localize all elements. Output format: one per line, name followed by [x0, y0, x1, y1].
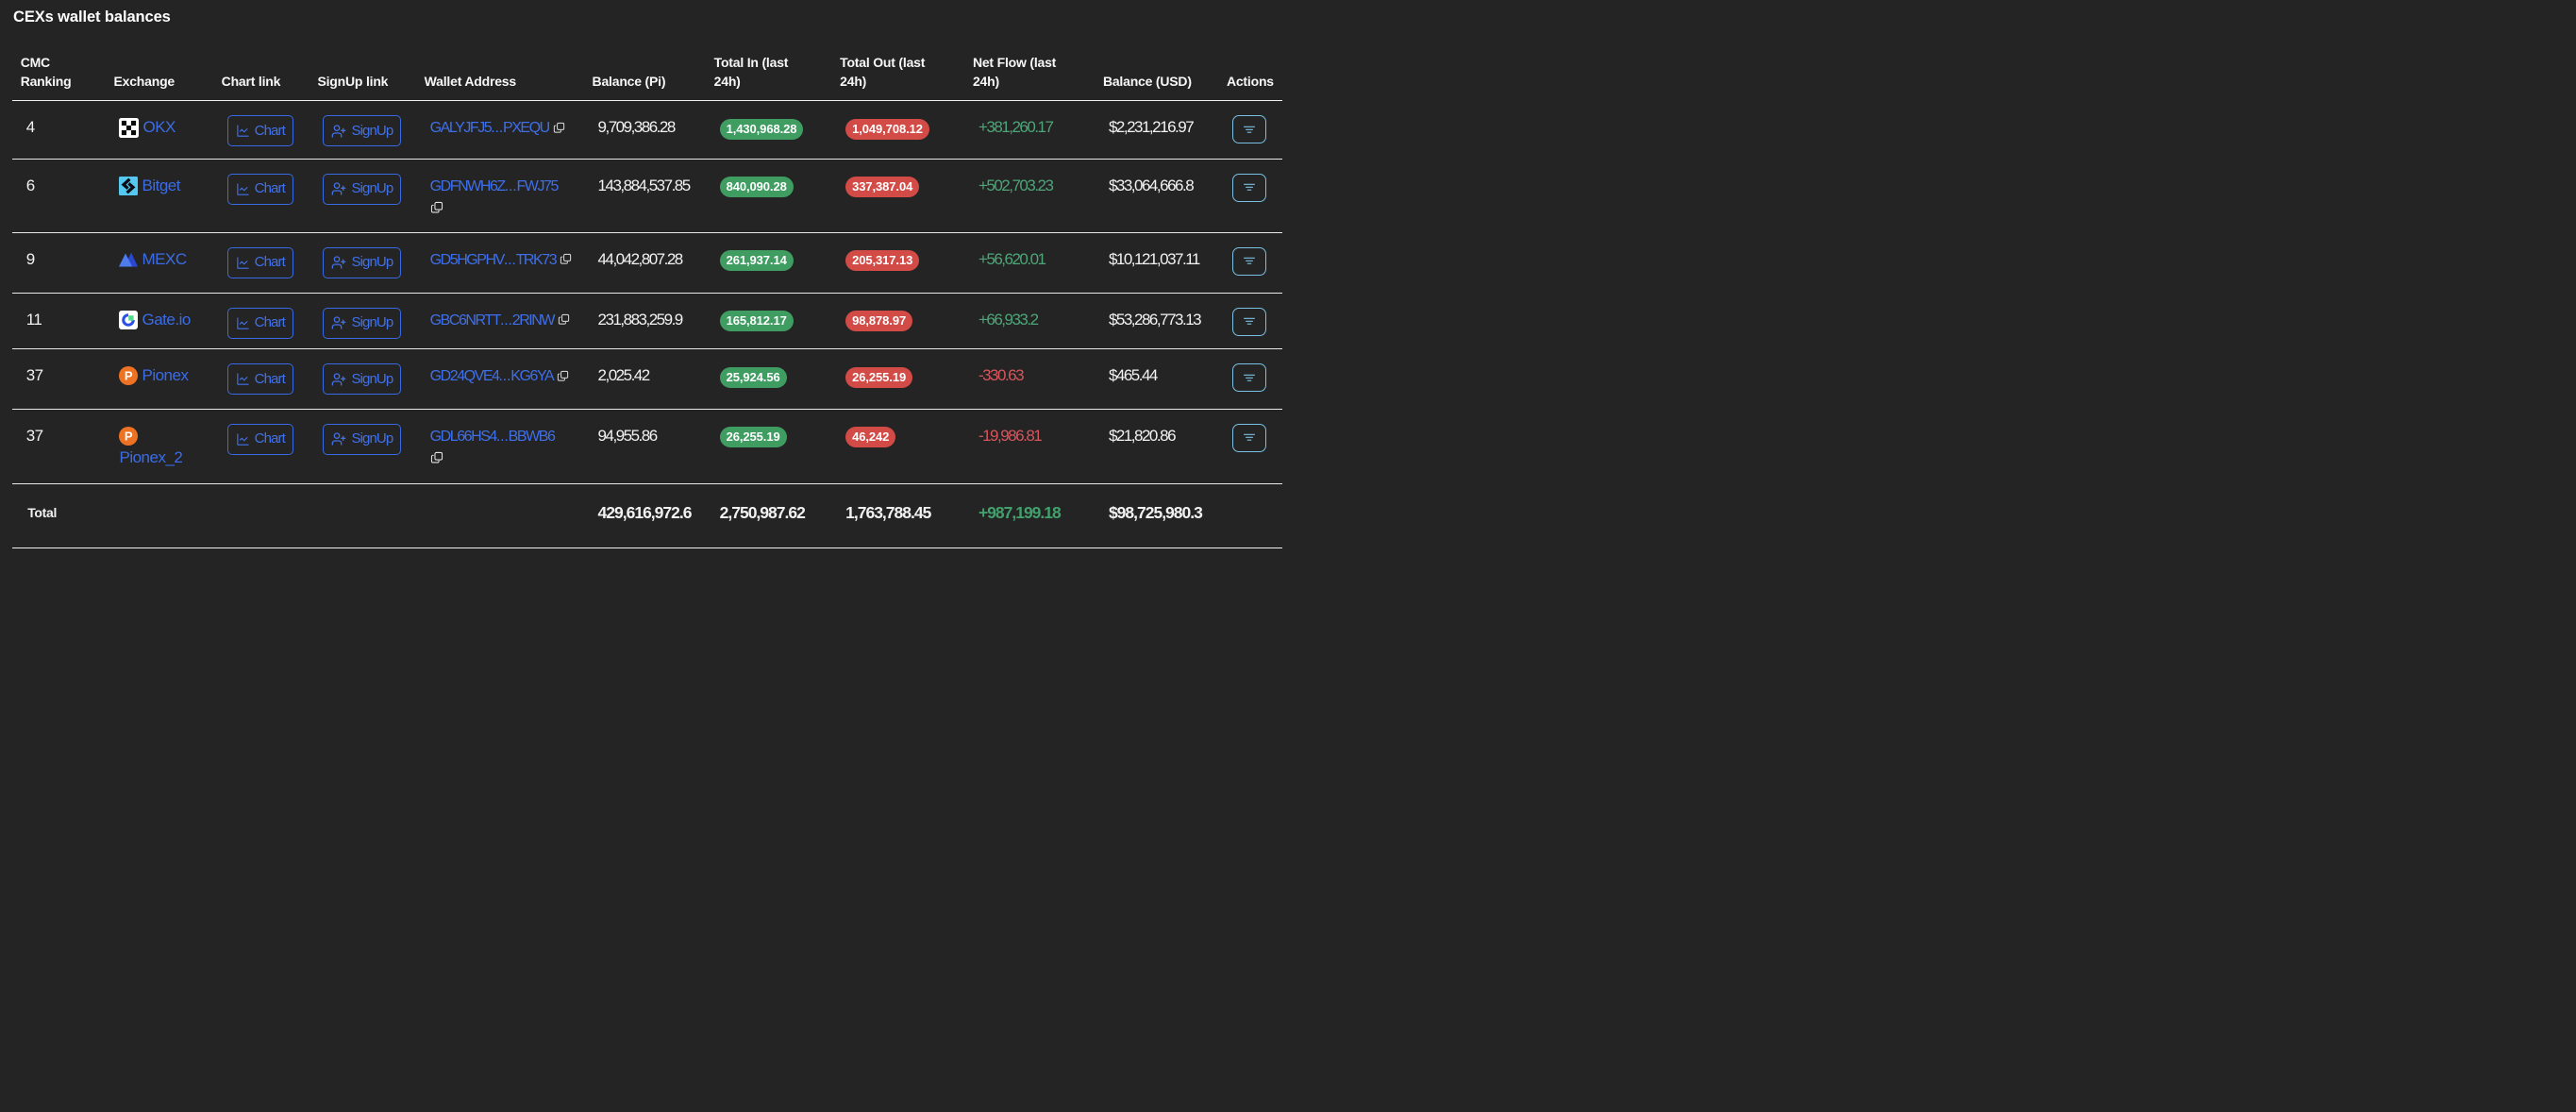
- svg-text:P: P: [125, 429, 133, 443]
- svg-text:P: P: [125, 369, 133, 383]
